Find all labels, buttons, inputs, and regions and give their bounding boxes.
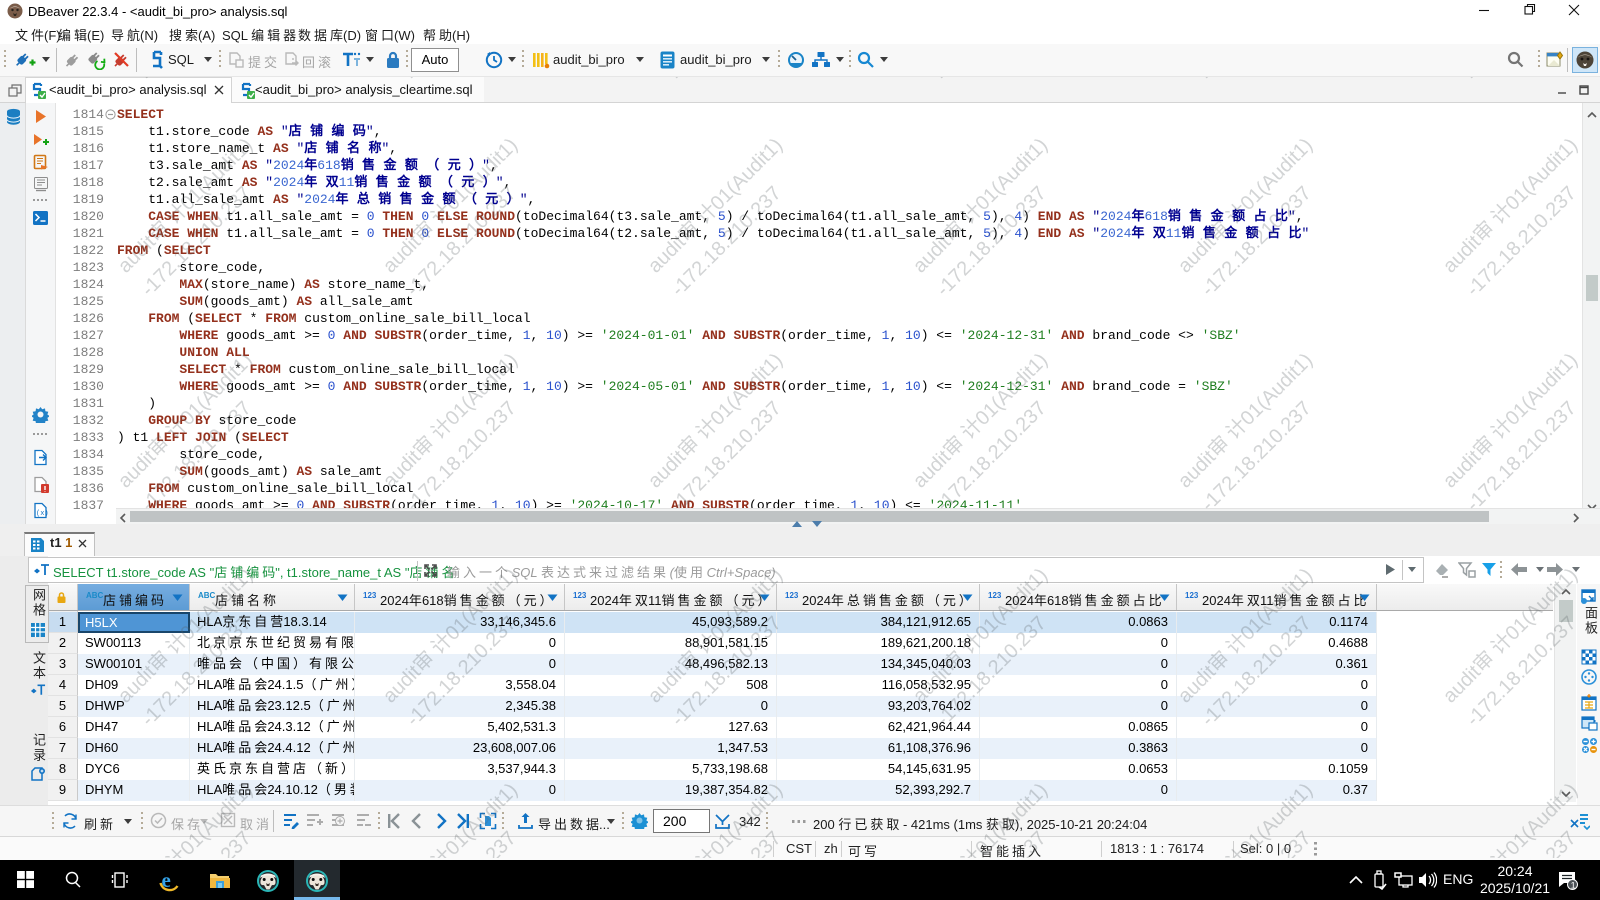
svg-text:1: 1 [1571,881,1576,891]
svg-text:(x): (x) [36,510,49,518]
